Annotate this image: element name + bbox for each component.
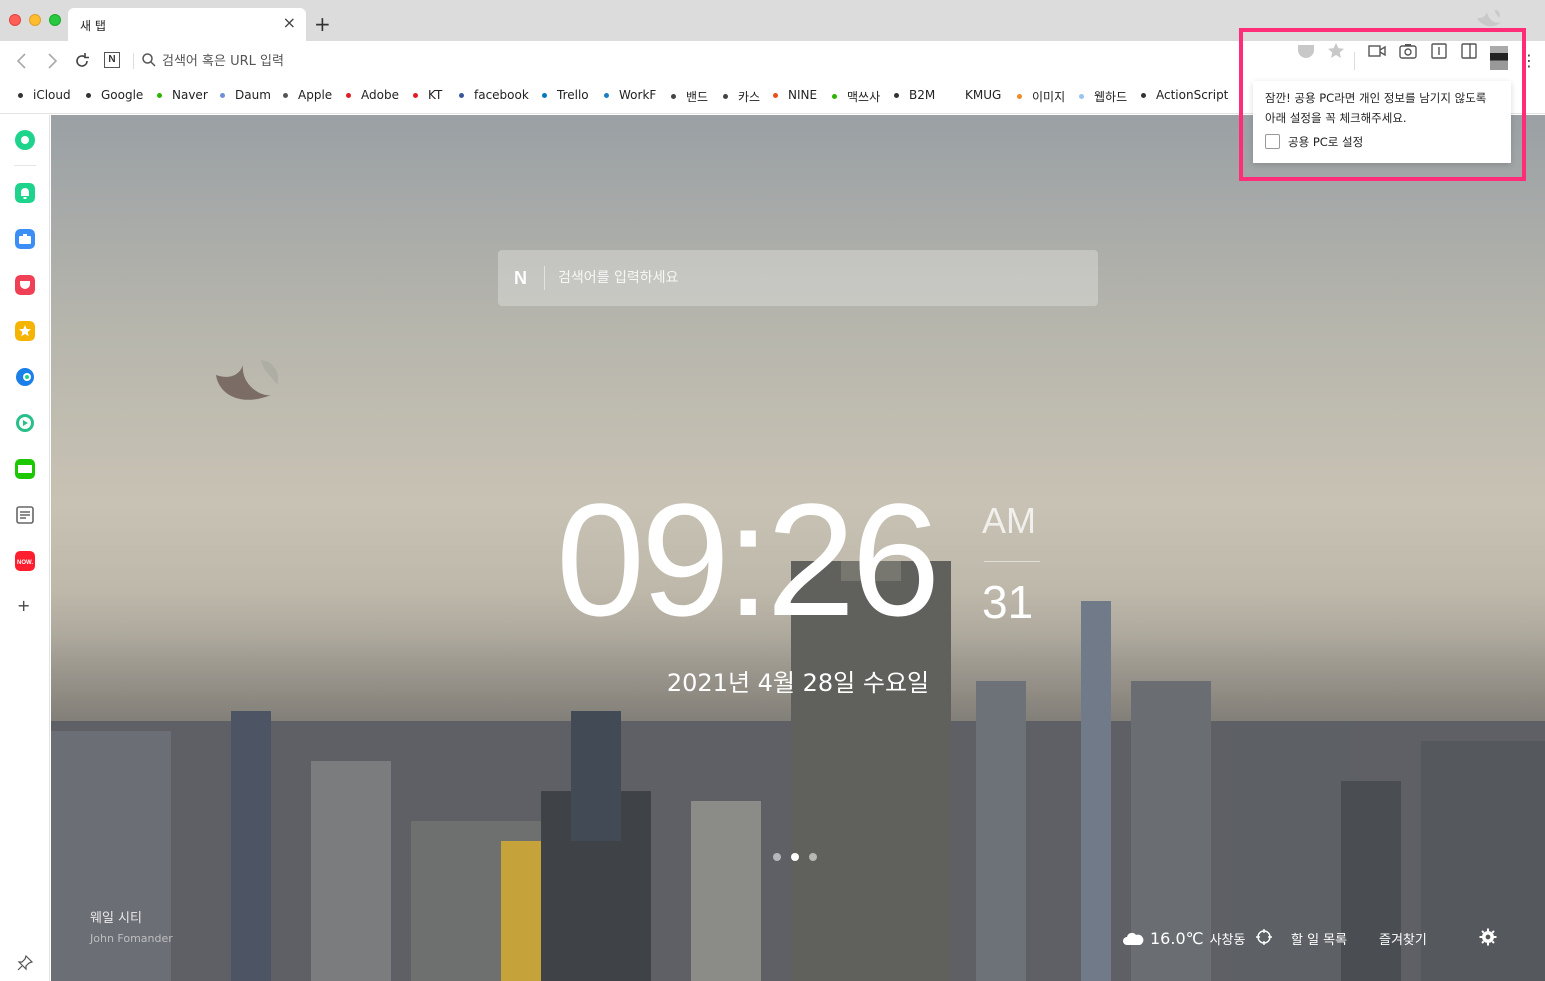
window-minimize-button[interactable] — [29, 14, 41, 26]
bookmark-item[interactable]: 밴드 — [671, 88, 708, 105]
bookmark-item[interactable]: Daum — [220, 88, 271, 102]
bookmark-item[interactable]: Adobe — [346, 88, 399, 102]
now-icon[interactable]: NOW. — [15, 551, 35, 571]
pocket-icon[interactable] — [15, 275, 35, 295]
papago-icon[interactable] — [15, 367, 35, 387]
bookmark-item[interactable]: Google — [86, 88, 143, 102]
bookmark-item[interactable]: KT — [413, 88, 442, 102]
bookmark-item[interactable]: facebook — [459, 88, 529, 102]
annotation-highlight-box — [1239, 28, 1526, 181]
svg-text:NOW.: NOW. — [17, 560, 33, 566]
tab-close-icon[interactable]: × — [283, 14, 296, 32]
page-dot[interactable] — [809, 853, 817, 861]
bookmark-favicon-icon — [86, 92, 91, 98]
back-icon[interactable] — [12, 51, 32, 71]
notification-icon[interactable] — [15, 183, 35, 203]
bookmark-item[interactable]: B2M — [894, 88, 935, 102]
pin-icon[interactable] — [17, 955, 33, 971]
url-separator — [133, 53, 134, 69]
bookmark-favicon-icon — [832, 94, 837, 99]
window-maximize-button[interactable] — [49, 14, 61, 26]
cloud-icon — [1123, 932, 1144, 945]
bookmark-favicon-icon — [1141, 92, 1146, 98]
search-box[interactable]: N — [498, 250, 1098, 306]
bookmark-favicon-icon — [413, 92, 418, 98]
bookmark-favicon-icon — [18, 92, 23, 98]
new-tab-page: N 09:26 AM 31 2021년 4월 28일 수요일 웨일 시티 Joh… — [51, 115, 1545, 981]
sidebar: NOW. + — [0, 115, 50, 981]
location-icon[interactable] — [1255, 928, 1273, 946]
bookmark-item[interactable]: iCloud — [18, 88, 71, 102]
bookmark-favicon-icon — [283, 92, 288, 98]
new-tab-button[interactable]: + — [314, 13, 331, 35]
window-close-button[interactable] — [9, 14, 21, 26]
bookmark-item[interactable]: ActionScript — [1141, 88, 1228, 102]
clock-divider — [984, 561, 1040, 562]
bookmark-item[interactable]: NINE — [773, 88, 817, 102]
weather-widget[interactable]: 16.0℃ 사창동 — [1122, 927, 1245, 949]
bookmark-favicon-icon — [773, 92, 778, 98]
tab-new-tab[interactable]: 새 탭 × — [68, 8, 306, 41]
bookmark-favicon-icon — [157, 92, 162, 98]
sidebar-divider — [14, 165, 36, 166]
bookmark-favicon-icon — [220, 92, 225, 98]
sidebar-add-button[interactable]: + — [17, 596, 30, 615]
webtoon-icon[interactable] — [15, 459, 35, 479]
browser-window: 새 탭 × + N ⋮ iCloud Google Naver Daum App… — [0, 0, 1545, 981]
bookmark-favicon-icon — [950, 92, 955, 98]
naver-logo-icon: N — [514, 268, 527, 288]
bookmark-favicon-icon — [894, 92, 899, 98]
favorites-button[interactable]: 즐겨찾기 — [1379, 927, 1427, 949]
tab-title: 새 탭 — [80, 19, 106, 33]
toolbox-icon[interactable] — [15, 229, 35, 249]
wallpaper-title[interactable]: 웨일 시티 — [90, 907, 142, 926]
bookmark-favicon-icon — [723, 94, 728, 99]
wallpaper-author: John Fomander — [90, 932, 173, 945]
bookmark-item[interactable]: Naver — [157, 88, 208, 102]
music-player-icon[interactable] — [15, 413, 35, 433]
search-icon — [142, 53, 156, 67]
bookmark-item[interactable]: KMUG — [950, 88, 1001, 102]
clock-time: 09:26 — [556, 470, 940, 649]
bookmark-favicon-icon — [671, 94, 676, 99]
weather-location: 사창동 — [1209, 932, 1246, 948]
forward-icon[interactable] — [42, 51, 62, 71]
naver-home-button[interactable]: N — [104, 52, 120, 68]
bookmark-item[interactable]: Apple — [283, 88, 332, 102]
settings-gear-icon[interactable] — [1479, 928, 1497, 946]
reload-icon[interactable] — [72, 51, 92, 71]
page-dot[interactable] — [773, 853, 781, 861]
whale-space-icon[interactable] — [15, 130, 35, 150]
todo-list-button[interactable]: 할 일 목록 — [1291, 927, 1347, 949]
bookmark-item[interactable]: WorkF — [604, 88, 656, 102]
bookmark-favicon-icon — [1079, 94, 1084, 99]
bookmark-favicon-icon — [1017, 94, 1022, 99]
bookmark-item[interactable]: Trello — [542, 88, 589, 102]
favorites-icon[interactable] — [15, 321, 35, 341]
search-separator — [544, 266, 545, 290]
bookmark-item[interactable]: 카스 — [723, 88, 760, 105]
url-input[interactable] — [162, 50, 762, 72]
bookmark-item[interactable]: 웹하드 — [1079, 88, 1127, 105]
memo-icon[interactable] — [15, 505, 35, 525]
bookmark-item[interactable]: 이미지 — [1017, 88, 1065, 105]
bookmark-favicon-icon — [604, 92, 609, 98]
bookmark-item[interactable]: 맥쓰사 — [832, 88, 880, 105]
whale-logo-icon — [216, 360, 279, 400]
weather-temperature: 16.0℃ — [1150, 928, 1204, 948]
bookmark-favicon-icon — [346, 92, 351, 98]
bookmark-favicon-icon — [542, 92, 547, 98]
search-input[interactable] — [558, 266, 1078, 290]
clock-seconds: 31 — [982, 576, 1034, 628]
bookmark-favicon-icon — [459, 92, 464, 98]
clock-ampm: AM — [982, 500, 1036, 541]
clock-date: 2021년 4월 28일 수요일 — [666, 669, 930, 697]
page-dot-active[interactable] — [791, 853, 799, 861]
